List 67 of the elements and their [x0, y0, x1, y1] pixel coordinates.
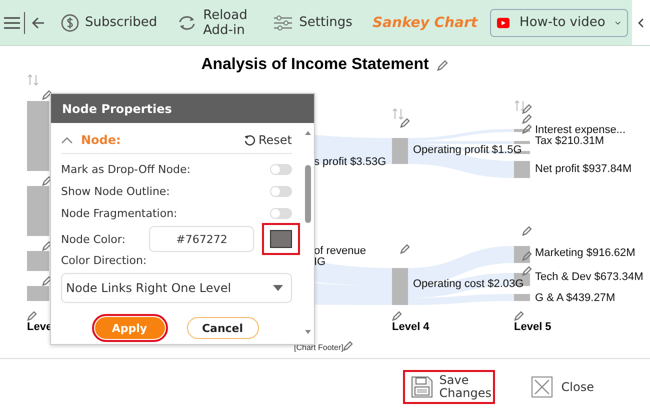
dialog-title: Node Properties: [62, 102, 172, 116]
close-icon: [531, 376, 554, 398]
edit-icon[interactable]: [343, 341, 353, 351]
level-label: Level 5: [514, 321, 552, 333]
color-swatch[interactable]: [270, 230, 292, 248]
toggle-switch[interactable]: [270, 208, 292, 218]
edit-icon[interactable]: [42, 90, 52, 100]
sankey-node[interactable]: [392, 268, 408, 305]
sankey-node[interactable]: [514, 141, 530, 144]
subscribed-button[interactable]: Subscribed: [51, 14, 168, 32]
field-label: Color Direction:: [61, 254, 148, 267]
chart-title: Analysis of Income Statement: [201, 56, 429, 74]
reload-button[interactable]: Reload Add-in: [167, 8, 264, 38]
option-label: Mark as Drop-Off Node:: [61, 162, 190, 176]
sankey-node[interactable]: [514, 246, 530, 263]
node-label: Net profit $937.84M: [535, 163, 632, 176]
node-label: IG: [314, 256, 326, 269]
edit-icon[interactable]: [392, 311, 402, 321]
sankey-node[interactable]: [392, 138, 408, 164]
sankey-node[interactable]: [27, 286, 49, 301]
reset-icon: [244, 134, 256, 146]
save-button[interactable]: Save Changes: [403, 370, 496, 404]
node-label: Marketing $916.62M: [535, 247, 636, 260]
section-title: Node:: [81, 133, 121, 147]
refresh-icon: [177, 14, 198, 32]
node-label: Tech & Dev $673.34M: [535, 271, 644, 284]
sankey-node[interactable]: [514, 129, 530, 132]
node-label: Tax $210.31M: [535, 135, 604, 148]
edit-icon[interactable]: [436, 59, 449, 71]
option-label: Node Fragmentation:: [61, 206, 178, 220]
node-label: G & A $439.27M: [535, 292, 616, 305]
chevron-up-icon[interactable]: [61, 136, 73, 144]
option-label: Show Node Outline:: [61, 184, 170, 198]
sort-icon[interactable]: [514, 100, 526, 112]
color-field[interactable]: #767272: [149, 226, 254, 252]
dropdown-arrow-icon: [273, 285, 283, 291]
video-button[interactable]: How-to video: [490, 8, 628, 36]
close-button[interactable]: Close: [525, 375, 600, 399]
scrollbar[interactable]: [304, 130, 312, 336]
cancel-button[interactable]: Cancel: [186, 317, 258, 339]
node-label: Operating cost $2.03G: [413, 278, 524, 291]
edit-icon[interactable]: [522, 226, 532, 236]
node-label: Interest expense...: [535, 124, 626, 136]
toggle-switch[interactable]: [270, 164, 292, 174]
edit-icon[interactable]: [400, 118, 410, 128]
sliders-icon: [273, 14, 294, 30]
sankey-node[interactable]: [514, 161, 530, 178]
edit-icon[interactable]: [27, 311, 37, 321]
sankey-node[interactable]: [27, 186, 49, 236]
level-label: Level 4: [392, 321, 430, 333]
edit-icon[interactable]: [514, 311, 524, 321]
edit-icon[interactable]: [42, 241, 52, 251]
node-label: Operating profit $1.5G: [413, 144, 522, 157]
field-label: Node Color:: [61, 232, 126, 246]
toggle-switch[interactable]: [270, 186, 292, 196]
settings-button[interactable]: Settings: [263, 14, 362, 30]
sankey-node[interactable]: [27, 251, 49, 271]
app-title: Sankey Chart: [372, 14, 478, 30]
edit-icon[interactable]: [400, 244, 410, 254]
direction-dropdown[interactable]: Node Links Right One Level: [61, 273, 292, 303]
edit-icon[interactable]: [42, 176, 52, 186]
edit-icon[interactable]: [42, 276, 52, 286]
chevron-down-icon: [615, 20, 621, 26]
reset-button[interactable]: Reset: [244, 133, 292, 147]
dollar-icon: [61, 14, 79, 32]
sankey-node[interactable]: [27, 101, 49, 171]
sankey-node[interactable]: [514, 294, 530, 301]
